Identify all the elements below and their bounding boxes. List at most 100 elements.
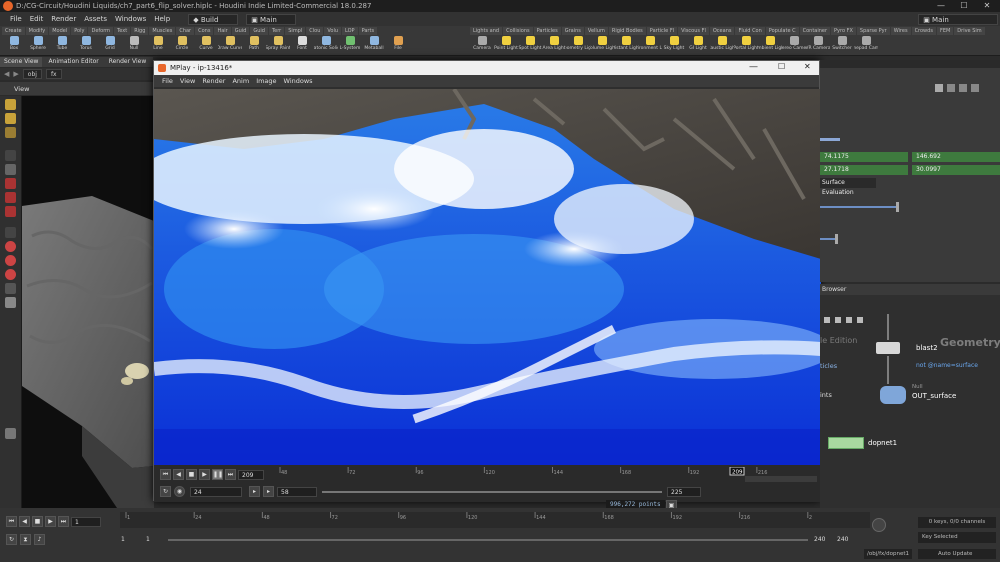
node-dopnet1[interactable] <box>828 437 864 449</box>
right-tab[interactable]: Pyro FX <box>831 27 856 35</box>
path-fx[interactable]: fx <box>45 69 62 79</box>
left-tab[interactable]: Create <box>2 27 25 35</box>
tab-surface-evaluation[interactable]: Surface Evaluation <box>820 178 876 196</box>
paint-tool-icon[interactable] <box>5 127 16 138</box>
right-tab[interactable]: Wires <box>890 27 911 35</box>
select-tool-icon[interactable] <box>5 99 16 110</box>
left-tab[interactable]: Simpl <box>285 27 306 35</box>
range-start-field[interactable]: 58 <box>277 486 317 497</box>
shelf-tool-tube[interactable]: Tube <box>50 36 74 51</box>
left-tab[interactable]: Volu <box>324 27 342 35</box>
shelf-tool-grid[interactable]: Grid <box>98 36 122 51</box>
right-tab[interactable]: Rigid Bodies <box>608 27 646 35</box>
left-tab[interactable]: Cons <box>195 27 214 35</box>
info-icon[interactable] <box>959 84 967 92</box>
rotate-tool-icon[interactable] <box>5 192 16 203</box>
param-slider-a-handle[interactable] <box>896 202 899 212</box>
shelf-tool-platonic-solids[interactable]: Platonic Solids <box>314 36 338 51</box>
handle-tool-icon[interactable] <box>5 255 16 266</box>
param-slider-b-handle[interactable] <box>835 234 838 244</box>
right-tab[interactable]: Crowds <box>911 27 936 35</box>
shelf-tool-circle[interactable]: Circle <box>170 36 194 51</box>
frame-field[interactable]: 209 <box>238 469 264 480</box>
left-tab[interactable]: Guid <box>250 27 268 35</box>
back-arrow-icon[interactable]: ◀ <box>4 70 9 78</box>
tab-animation-editor[interactable]: Animation Editor <box>44 57 103 67</box>
node-blast2[interactable] <box>876 342 900 354</box>
camera-tool-icon[interactable] <box>5 297 16 308</box>
timeline-ruler[interactable]: 1 24 48 72 96 120 144 168 192 216 2 <box>120 512 870 530</box>
shelf-tool-draw-curve[interactable]: Draw Curve <box>218 36 242 51</box>
scale-tool-icon[interactable] <box>5 206 16 217</box>
forward-arrow-icon[interactable]: ▶ <box>13 70 18 78</box>
shelf-tool-switcher[interactable]: Switcher <box>830 36 854 51</box>
shelf-tool-environment-light[interactable]: Environment Light <box>638 36 662 51</box>
shelf-tool-area-light[interactable]: Area Light <box>542 36 566 51</box>
right-tab[interactable]: Oceans <box>709 27 735 35</box>
left-tab[interactable]: Parts <box>358 27 378 35</box>
param-value-1[interactable]: 74.1175 <box>820 152 908 162</box>
shelf-tool-metaball[interactable]: Metaball <box>362 36 386 51</box>
mplay-maximize-button[interactable]: ☐ <box>778 62 785 71</box>
right-tab[interactable]: Collisions <box>503 27 533 35</box>
mplay-menu-render[interactable]: Render <box>202 77 225 85</box>
desktop-dropdown[interactable]: ▣ Main <box>246 13 297 25</box>
param-value-2[interactable]: 146.692 <box>912 152 1000 162</box>
tl-range-slider[interactable] <box>168 538 808 541</box>
tl-current-frame-field[interactable]: 1 <box>71 516 101 527</box>
param-slider-fill[interactable] <box>820 138 840 141</box>
tl-play-forward-button[interactable]: ▶ <box>45 516 56 527</box>
left-tab[interactable]: Deform <box>88 27 114 35</box>
left-tab[interactable]: Text <box>114 27 131 35</box>
realtime-icon[interactable]: ◉ <box>174 486 185 497</box>
loop-icon[interactable]: ↻ <box>160 486 171 497</box>
shelf-tool-font[interactable]: Font <box>290 36 314 51</box>
tl-start2-field[interactable]: 1 <box>143 535 165 545</box>
tl-jump-end-button[interactable]: ⏭ <box>58 516 69 527</box>
right-tab[interactable]: Grains <box>561 27 584 35</box>
shelf-tool-ambient-light[interactable]: Ambient Light <box>758 36 782 51</box>
right-tab[interactable]: Particles <box>533 27 561 35</box>
right-tab[interactable]: Sparse Pyr <box>856 27 890 35</box>
range-start-button[interactable]: ▸ <box>249 486 260 497</box>
mplay-minimize-button[interactable]: — <box>749 62 758 72</box>
left-tab[interactable]: LOP <box>342 27 358 35</box>
shelf-tool-file[interactable]: File <box>386 36 410 51</box>
mplay-ruler[interactable]: 48 72 96 120 144 168 192 216 209 <box>274 467 819 483</box>
shelf-tool-vr-camera[interactable]: VR Camera <box>806 36 830 51</box>
shelf-tool-gamepad-camera[interactable]: Gamepad Camera <box>854 36 878 51</box>
shelf-tool-spray-paint[interactable]: Spray Paint <box>266 36 290 51</box>
right-tab[interactable]: Fluid Con <box>735 27 765 35</box>
menu-help[interactable]: Help <box>154 15 170 23</box>
lock-tool-icon[interactable] <box>5 164 16 175</box>
minimize-button[interactable]: — <box>930 0 952 12</box>
shelf-tool-caustic-light[interactable]: Caustic Light <box>710 36 734 51</box>
tab-scene-view[interactable]: Scene View <box>0 57 43 67</box>
shelf-tool-line[interactable]: Line <box>146 36 170 51</box>
tl-play-reverse-button[interactable]: ◀ <box>19 516 30 527</box>
jump-start-button[interactable]: ⏮ <box>160 469 171 480</box>
range-slider[interactable] <box>322 490 662 493</box>
param-value-3[interactable]: 27.1718 <box>820 165 908 175</box>
gear-icon[interactable] <box>935 84 943 92</box>
jump-end-button[interactable]: ⏭ <box>225 469 236 480</box>
shelf-tool-curve[interactable]: Curve <box>194 36 218 51</box>
range-end-field[interactable]: 225 <box>667 486 701 497</box>
shelf-tool-gi-light[interactable]: GI Light <box>686 36 710 51</box>
shelf-tool-path[interactable]: Path <box>242 36 266 51</box>
shelf-tool-l-system[interactable]: L-System <box>338 36 362 51</box>
left-tab[interactable]: Terr <box>268 27 285 35</box>
maximize-button[interactable]: ☐ <box>953 0 975 12</box>
mplay-close-button[interactable]: ✕ <box>804 62 811 71</box>
shelf-tool-sphere[interactable]: Sphere <box>26 36 50 51</box>
pose-tool-icon[interactable] <box>5 227 16 238</box>
mplay-menu-image[interactable]: Image <box>256 77 276 85</box>
key-mode-dropdown[interactable]: Key Selected <box>918 532 996 543</box>
shelf-tool-geometry-light[interactable]: Geometry Light <box>566 36 590 51</box>
left-tab[interactable]: Guid <box>231 27 250 35</box>
shelf-tool-torus[interactable]: Torus <box>74 36 98 51</box>
left-tab[interactable]: Modify <box>25 27 49 35</box>
param-value-4[interactable]: 30.0997 <box>912 165 1000 175</box>
menu-edit[interactable]: Edit <box>30 15 44 23</box>
shelf-tool-portal-light[interactable]: Portal Light <box>734 36 758 51</box>
